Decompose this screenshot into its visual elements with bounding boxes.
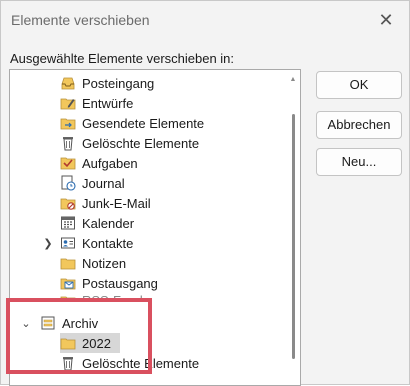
junk-mail-icon	[60, 195, 76, 211]
cancel-button[interactable]: Abbrechen	[316, 111, 402, 139]
contacts-icon	[60, 235, 76, 251]
folder-label: Aufgaben	[82, 155, 138, 171]
folder-item-archiv-geloeschte-elemente[interactable]: Gelöschte Elemente	[60, 353, 300, 373]
folder-item-kontakte[interactable]: Kontakte	[60, 233, 300, 253]
folder-item-geloeschte-elemente[interactable]: Gelöschte Elemente	[60, 133, 300, 153]
new-folder-button[interactable]: Neu...	[316, 148, 402, 176]
folder-item-2022[interactable]: 2022	[60, 333, 120, 353]
scroll-up-icon[interactable]: ▲	[289, 76, 297, 84]
tasks-icon	[60, 155, 76, 171]
folder-label: Posteingang	[82, 75, 155, 91]
journal-icon	[60, 175, 76, 191]
close-icon[interactable]: ✕	[377, 11, 395, 29]
destination-prompt: Ausgewählte Elemente verschieben in:	[10, 51, 235, 66]
folder-label: Postausgang	[82, 275, 158, 291]
folder-label: Kontakte	[82, 235, 134, 251]
move-items-dialog: Elemente verschieben ✕ Ausgewählte Eleme…	[0, 0, 410, 386]
folder-item-rss-feeds[interactable]: RSS-Feeds	[60, 293, 300, 301]
dialog-title: Elemente verschieben	[11, 12, 150, 28]
folder-label: Gelöschte Elemente	[82, 135, 200, 151]
title-bar: Elemente verschieben ✕	[1, 1, 409, 41]
folder-label: RSS-Feeds	[82, 293, 150, 301]
chevron-right-icon[interactable]: ❯	[42, 238, 54, 250]
folder-item-archiv[interactable]: Archiv	[40, 313, 300, 333]
folder-label: Kalender	[82, 215, 135, 231]
folder-icon	[60, 335, 76, 351]
notes-icon	[60, 255, 76, 271]
folder-item-junk-e-mail[interactable]: Junk-E-Mail	[60, 193, 300, 213]
chevron-down-icon[interactable]: ⌄	[20, 318, 32, 330]
calendar-icon	[60, 215, 76, 231]
folder-label: Journal	[82, 175, 125, 191]
sent-items-icon	[60, 115, 76, 131]
vertical-scrollbar[interactable]: ▲	[289, 76, 297, 376]
folder-label: Gelöschte Elemente	[82, 355, 200, 371]
folder-item-gesendete-elemente[interactable]: Gesendete Elemente	[60, 113, 300, 133]
folder-item-journal[interactable]: Journal	[60, 173, 300, 193]
folder-item-kalender[interactable]: Kalender	[60, 213, 300, 233]
folder-item-notizen[interactable]: Notizen	[60, 253, 300, 273]
outbox-icon	[60, 275, 76, 291]
folder-item-aufgaben[interactable]: Aufgaben	[60, 153, 300, 173]
folder-item-entwuerfe[interactable]: Entwürfe	[60, 93, 300, 113]
archive-icon	[40, 315, 56, 331]
folder-label: 2022	[82, 335, 111, 351]
folder-label: Gesendete Elemente	[82, 115, 205, 131]
scroll-thumb[interactable]	[292, 114, 295, 359]
folder-item-postausgang[interactable]: Postausgang	[60, 273, 300, 293]
folder-label: Entwürfe	[82, 95, 134, 111]
folder-item-posteingang[interactable]: Posteingang	[60, 73, 300, 93]
folder-tree[interactable]: Posteingang Entwürfe Gesendete Elemente …	[9, 69, 301, 386]
folder-label: Archiv	[62, 315, 99, 331]
rss-folder-icon	[60, 293, 76, 301]
ok-button[interactable]: OK	[316, 71, 402, 99]
drafts-icon	[60, 95, 76, 111]
trash-icon	[60, 355, 76, 371]
inbox-icon	[60, 75, 76, 91]
trash-icon	[60, 135, 76, 151]
folder-label: Junk-E-Mail	[82, 195, 151, 211]
folder-label: Notizen	[82, 255, 127, 271]
